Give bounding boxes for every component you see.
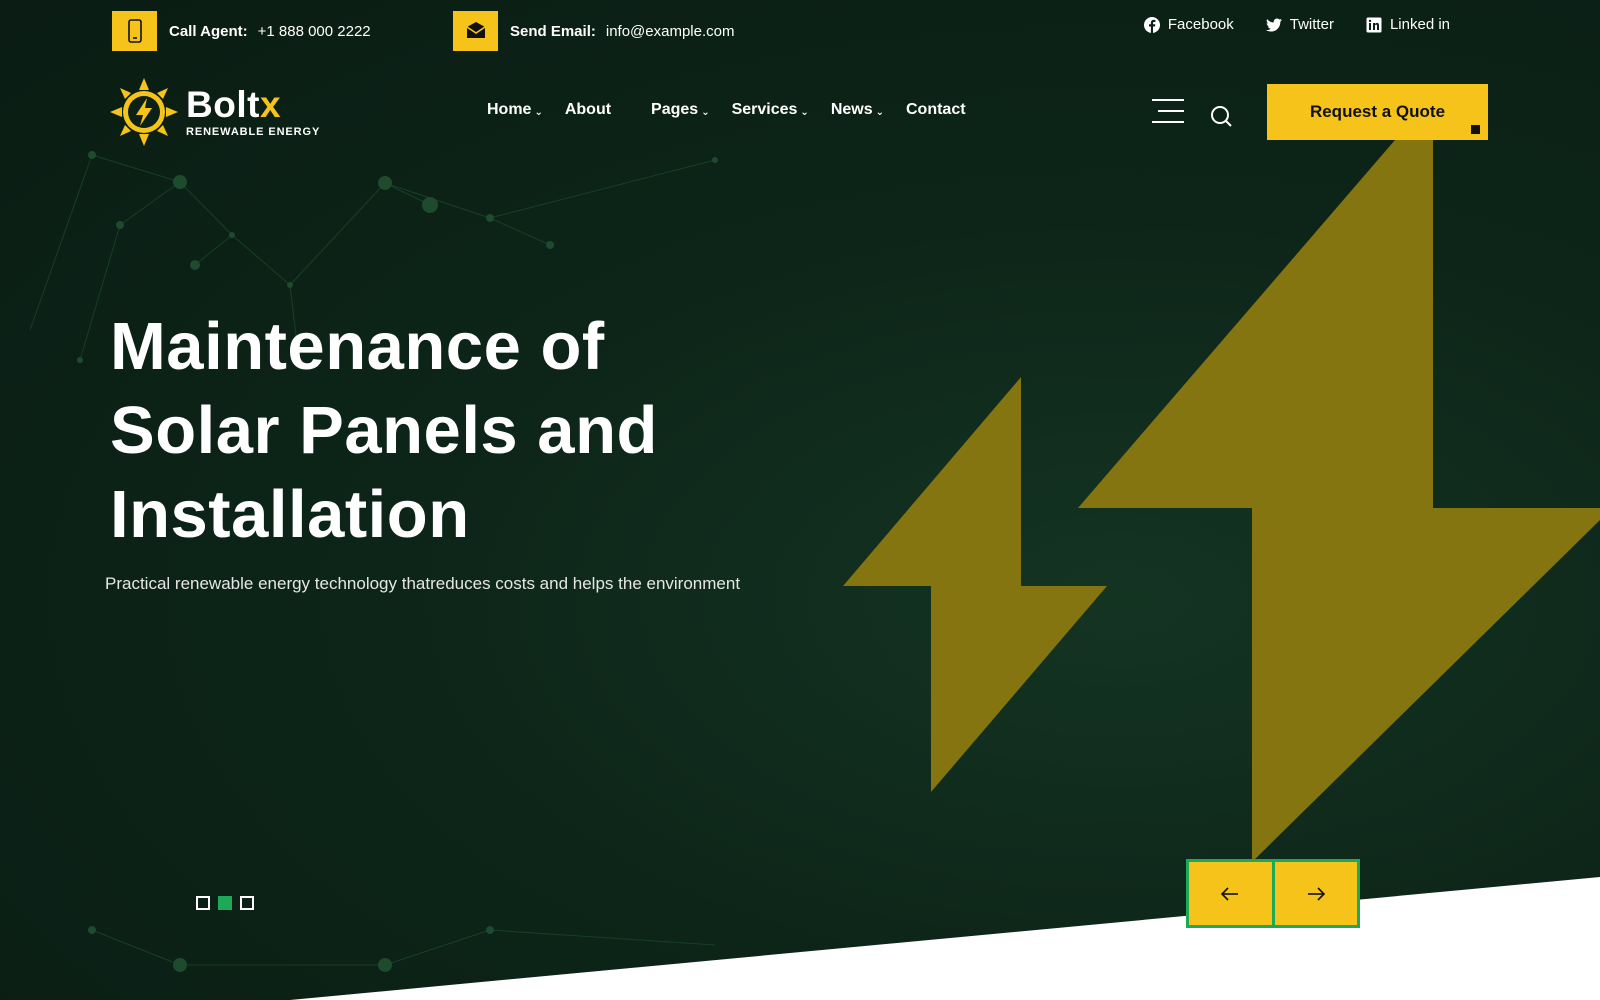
nav-news[interactable]: News ⌄ xyxy=(831,101,884,119)
send-email[interactable]: Send Email: info@example.com xyxy=(453,11,734,51)
linkedin-icon xyxy=(1366,17,1382,32)
nav-label: News xyxy=(830,101,873,118)
brand-tagline: RENEWABLE ENERGY xyxy=(186,126,321,138)
quote-label: Request a Quote xyxy=(1309,102,1446,121)
prev-slide-button[interactable] xyxy=(1189,862,1272,925)
chevron-down-icon: ⌄ xyxy=(534,106,543,118)
hero-section: Call Agent: +1 888 000 2222 Send Email: … xyxy=(0,0,1600,1000)
social-facebook[interactable]: Facebook xyxy=(1143,16,1234,33)
envelope-icon xyxy=(453,11,498,51)
slider-dot[interactable] xyxy=(240,896,254,910)
nav-contact[interactable]: Contact xyxy=(906,101,966,119)
slider-dot[interactable] xyxy=(196,896,210,910)
slider-arrows xyxy=(1186,859,1360,928)
call-agent[interactable]: Call Agent: +1 888 000 2222 xyxy=(112,11,371,51)
nav-home[interactable]: Home ⌄ xyxy=(487,101,543,119)
brand-name: Boltx xyxy=(186,84,282,125)
main-nav: Home ⌄ About Pages ⌄ Services ⌄ News ⌄ Conta… xyxy=(487,99,966,121)
chevron-down-icon: ⌄ xyxy=(701,106,710,118)
social-twitter[interactable]: Twitter xyxy=(1265,16,1334,33)
nav-pages[interactable]: Pages ⌄ xyxy=(651,101,710,119)
email-value[interactable]: info@example.com xyxy=(606,23,735,40)
social-linkedin[interactable]: Linked in xyxy=(1366,16,1450,33)
sun-bolt-logo-icon xyxy=(110,78,178,146)
menu-icon[interactable] xyxy=(1152,99,1184,125)
slider-dot-active[interactable] xyxy=(218,896,232,910)
top-bar: Call Agent: +1 888 000 2222 Send Email: … xyxy=(0,0,1600,62)
nav-label: Contact xyxy=(906,101,966,118)
next-slide-button[interactable] xyxy=(1274,862,1357,925)
hero-subtitle: Practical renewable energy technology th… xyxy=(105,574,741,593)
brand-logo[interactable]: Boltx RENEWABLE ENERGY xyxy=(110,78,320,146)
nav-label: About xyxy=(564,101,612,118)
call-value[interactable]: +1 888 000 2222 xyxy=(258,23,371,40)
facebook-icon xyxy=(1143,16,1160,33)
twitter-icon xyxy=(1265,18,1282,31)
nav-label: Services xyxy=(731,101,798,118)
social-label: Twitter xyxy=(1289,16,1334,33)
call-label: Call Agent: xyxy=(169,22,248,40)
phone-icon xyxy=(112,11,157,51)
request-quote-button[interactable]: Request a Quote xyxy=(1267,84,1488,140)
nav-services[interactable]: Services ⌄ xyxy=(732,101,809,119)
social-label: Linked in xyxy=(1389,16,1450,33)
email-label: Send Email: xyxy=(510,22,596,40)
slider-dots xyxy=(196,896,254,910)
chevron-down-icon: ⌄ xyxy=(800,106,809,118)
hero-title: Maintenance of Solar Panels and Installa… xyxy=(110,309,658,552)
nav-label: Home xyxy=(487,101,532,118)
nav-about[interactable]: About xyxy=(565,101,611,119)
search-icon[interactable] xyxy=(1210,105,1232,127)
arrow-left-icon xyxy=(1221,886,1239,901)
chevron-down-icon: ⌄ xyxy=(875,106,884,118)
social-links: Facebook Twitter Linked in xyxy=(1143,16,1450,33)
social-label: Facebook xyxy=(1167,16,1234,33)
nav-label: Pages xyxy=(651,101,699,118)
arrow-right-icon xyxy=(1307,886,1325,901)
corner-square-icon xyxy=(1471,125,1480,134)
